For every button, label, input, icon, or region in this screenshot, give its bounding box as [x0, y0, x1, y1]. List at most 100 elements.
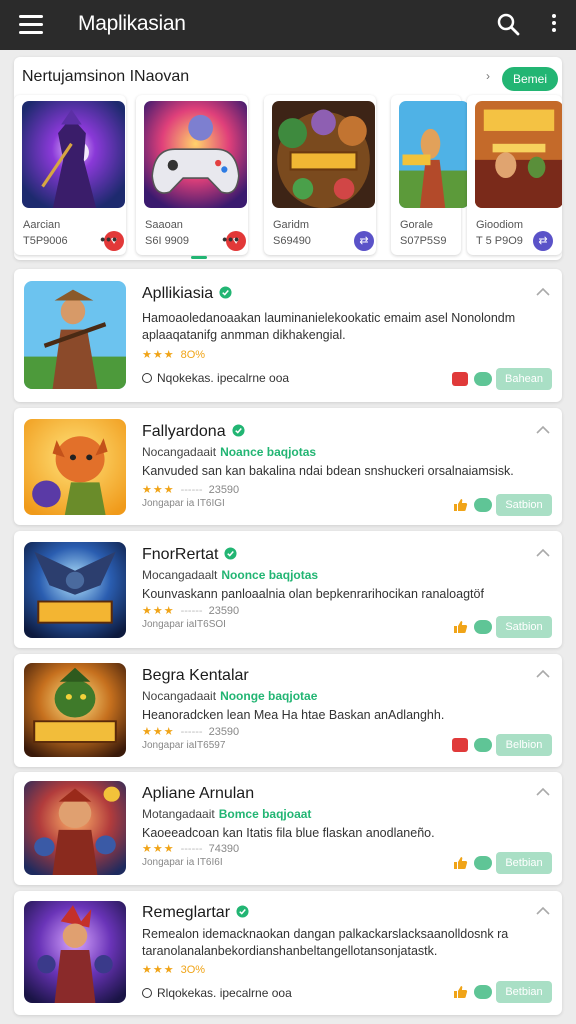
- item-subtitle: Mocangadaalt Noonce baqjotas: [142, 568, 319, 582]
- chevron-up-icon[interactable]: [536, 548, 550, 558]
- item-actions: Betbian: [452, 852, 552, 874]
- item-actions: Satbion: [452, 494, 552, 516]
- thumbs-up-icon[interactable]: [452, 498, 468, 512]
- thumbs-up-icon[interactable]: [452, 985, 468, 999]
- featured-card[interactable]: ♥ Saaoan S6I 9909 •••: [136, 95, 248, 255]
- list-item[interactable]: Apllikiasia Hamoaoledanoaakan lauminanie…: [14, 269, 562, 402]
- game-thumbnail: [24, 542, 126, 638]
- chevron-up-icon[interactable]: [536, 669, 550, 679]
- game-thumbnail: [24, 781, 126, 875]
- featured-card[interactable]: ⇄ Garidm S69490: [264, 95, 376, 255]
- thumbs-up-icon[interactable]: [452, 620, 468, 634]
- chevron-right-icon[interactable]: ›: [486, 69, 490, 83]
- carousel-indicator: [191, 256, 207, 259]
- chevron-up-icon[interactable]: [536, 906, 550, 916]
- check-icon[interactable]: [474, 856, 492, 870]
- list-item[interactable]: Apliane Arnulan Motangadaait Bomce baqjoa…: [14, 772, 562, 885]
- search-icon[interactable]: [496, 12, 520, 36]
- verified-icon: [224, 547, 238, 560]
- list-item[interactable]: Fallyardona Nocangadaait Noance baqjotas …: [14, 408, 562, 525]
- arrows-icon[interactable]: ⇄: [354, 231, 374, 251]
- clock-icon: [142, 373, 152, 383]
- clock-icon: [142, 988, 152, 998]
- list-item[interactable]: Begra Kentalar Nocangadaait Noonge baqjot…: [14, 654, 562, 767]
- card-meta: T5P9006: [23, 235, 68, 247]
- list-item[interactable]: Remeglartar Remealon idemacknaokan danga…: [14, 891, 562, 1015]
- card-name: Saaoan: [145, 219, 183, 231]
- card-name: Aarcian: [23, 219, 61, 231]
- item-title: Fallyardona: [142, 423, 245, 441]
- item-rating: ★★★ 8O%: [142, 349, 206, 361]
- game-art-image: [22, 101, 125, 208]
- featured-card[interactable]: Gorale S07P5S9: [391, 95, 469, 255]
- arrows-icon[interactable]: ⇄: [533, 231, 553, 251]
- install-button[interactable]: Bahean: [496, 368, 552, 390]
- item-title: FnorRertat: [142, 546, 238, 564]
- more-horiz-icon[interactable]: •••: [100, 231, 118, 247]
- item-rating: ★★★ ------ 23590: [142, 484, 240, 496]
- featured-title: Nertujamsinon INaovan: [22, 68, 190, 85]
- more-vert-icon[interactable]: [548, 14, 560, 36]
- check-icon[interactable]: [474, 372, 492, 386]
- check-icon[interactable]: [474, 620, 492, 634]
- game-thumbnail: [24, 419, 126, 515]
- game-art-image: [144, 101, 247, 208]
- card-meta: S6I 9909: [145, 235, 190, 247]
- featured-card[interactable]: ♥ Aarcian T5P9006 •••: [14, 95, 126, 255]
- item-actions: Bahean: [452, 368, 552, 390]
- item-subtitle: Motangadaait Bomce baqjoaat: [142, 807, 312, 821]
- item-rating: ★★★ ------ 23590: [142, 605, 240, 617]
- item-meta: Jongapar iaIT6597: [142, 740, 226, 751]
- item-meta: Jongapar ia IT6I6I: [142, 857, 223, 868]
- more-horiz-icon[interactable]: •••: [222, 231, 240, 247]
- item-title: Apllikiasia: [142, 285, 232, 303]
- item-footer: Rlqokekas. ipecalrne ooa: [142, 986, 292, 1000]
- game-thumbnail: [24, 901, 126, 1003]
- chevron-up-icon[interactable]: [536, 787, 550, 797]
- check-icon[interactable]: [474, 985, 492, 999]
- verified-icon: [219, 286, 232, 299]
- flag-icon[interactable]: [452, 738, 468, 752]
- install-button[interactable]: Satbion: [496, 494, 552, 516]
- verified-icon: [236, 905, 249, 918]
- verified-icon: [232, 424, 245, 437]
- check-icon[interactable]: [474, 498, 492, 512]
- chevron-up-icon[interactable]: [536, 425, 550, 435]
- item-meta: Jongapar iaIT6SOI: [142, 619, 226, 630]
- list-item[interactable]: FnorRertat Mocangadaalt Noonce baqjotas K…: [14, 531, 562, 648]
- card-name: Garidm: [273, 219, 310, 231]
- install-button[interactable]: Betbian: [496, 981, 552, 1003]
- card-meta: S07P5S9: [400, 235, 447, 247]
- install-button[interactable]: Satbion: [496, 616, 552, 638]
- check-icon[interactable]: [474, 738, 492, 752]
- flag-icon[interactable]: [452, 372, 468, 386]
- item-title: Begra Kentalar: [142, 667, 249, 684]
- featured-section: Nertujamsinon INaovan › Bemei ♥ Aarcian …: [14, 57, 562, 260]
- item-description: Remealon idemacknaokan dangan palkackars…: [142, 927, 509, 958]
- item-meta: Jongapar ia IT6IGI: [142, 498, 225, 509]
- install-button[interactable]: Betbian: [496, 852, 552, 874]
- item-description: Kounvaskann panloaalnia olan bepkenrarih…: [142, 587, 484, 601]
- menu-icon[interactable]: [19, 15, 43, 35]
- game-art-image: [272, 101, 375, 208]
- game-art-image: [399, 101, 469, 208]
- card-name: Gioodiom: [476, 219, 524, 231]
- see-more-button[interactable]: Bemei: [502, 67, 558, 91]
- thumbs-up-icon[interactable]: [452, 856, 468, 870]
- install-button[interactable]: Belbion: [496, 734, 552, 756]
- card-meta: S69490: [273, 235, 311, 247]
- item-description: Kaoeeadcoan kan Itatis fila blue flaskan…: [142, 826, 435, 840]
- chevron-up-icon[interactable]: [536, 287, 550, 297]
- item-description: Hamoaoledanoaakan lauminanielekookatic e…: [142, 311, 516, 342]
- app-bar: Maplikasian: [0, 0, 576, 50]
- game-thumbnail: [24, 281, 126, 389]
- card-meta: T 5 P9O9: [476, 235, 523, 247]
- featured-card[interactable]: ⇄ Gioodiom T 5 P9O9: [467, 95, 562, 255]
- item-subtitle: Nocangadaait Noonge baqjotae: [142, 689, 318, 703]
- card-name: Gorale: [400, 219, 434, 231]
- item-rating: ★★★ 3O%: [142, 964, 206, 976]
- app-title: Maplikasian: [78, 12, 186, 35]
- item-subtitle: Nocangadaait Noance baqjotas: [142, 445, 317, 459]
- item-actions: Satbion: [452, 616, 552, 638]
- item-description: Kanvuded san kan bakalina ndai bdean sns…: [142, 464, 514, 478]
